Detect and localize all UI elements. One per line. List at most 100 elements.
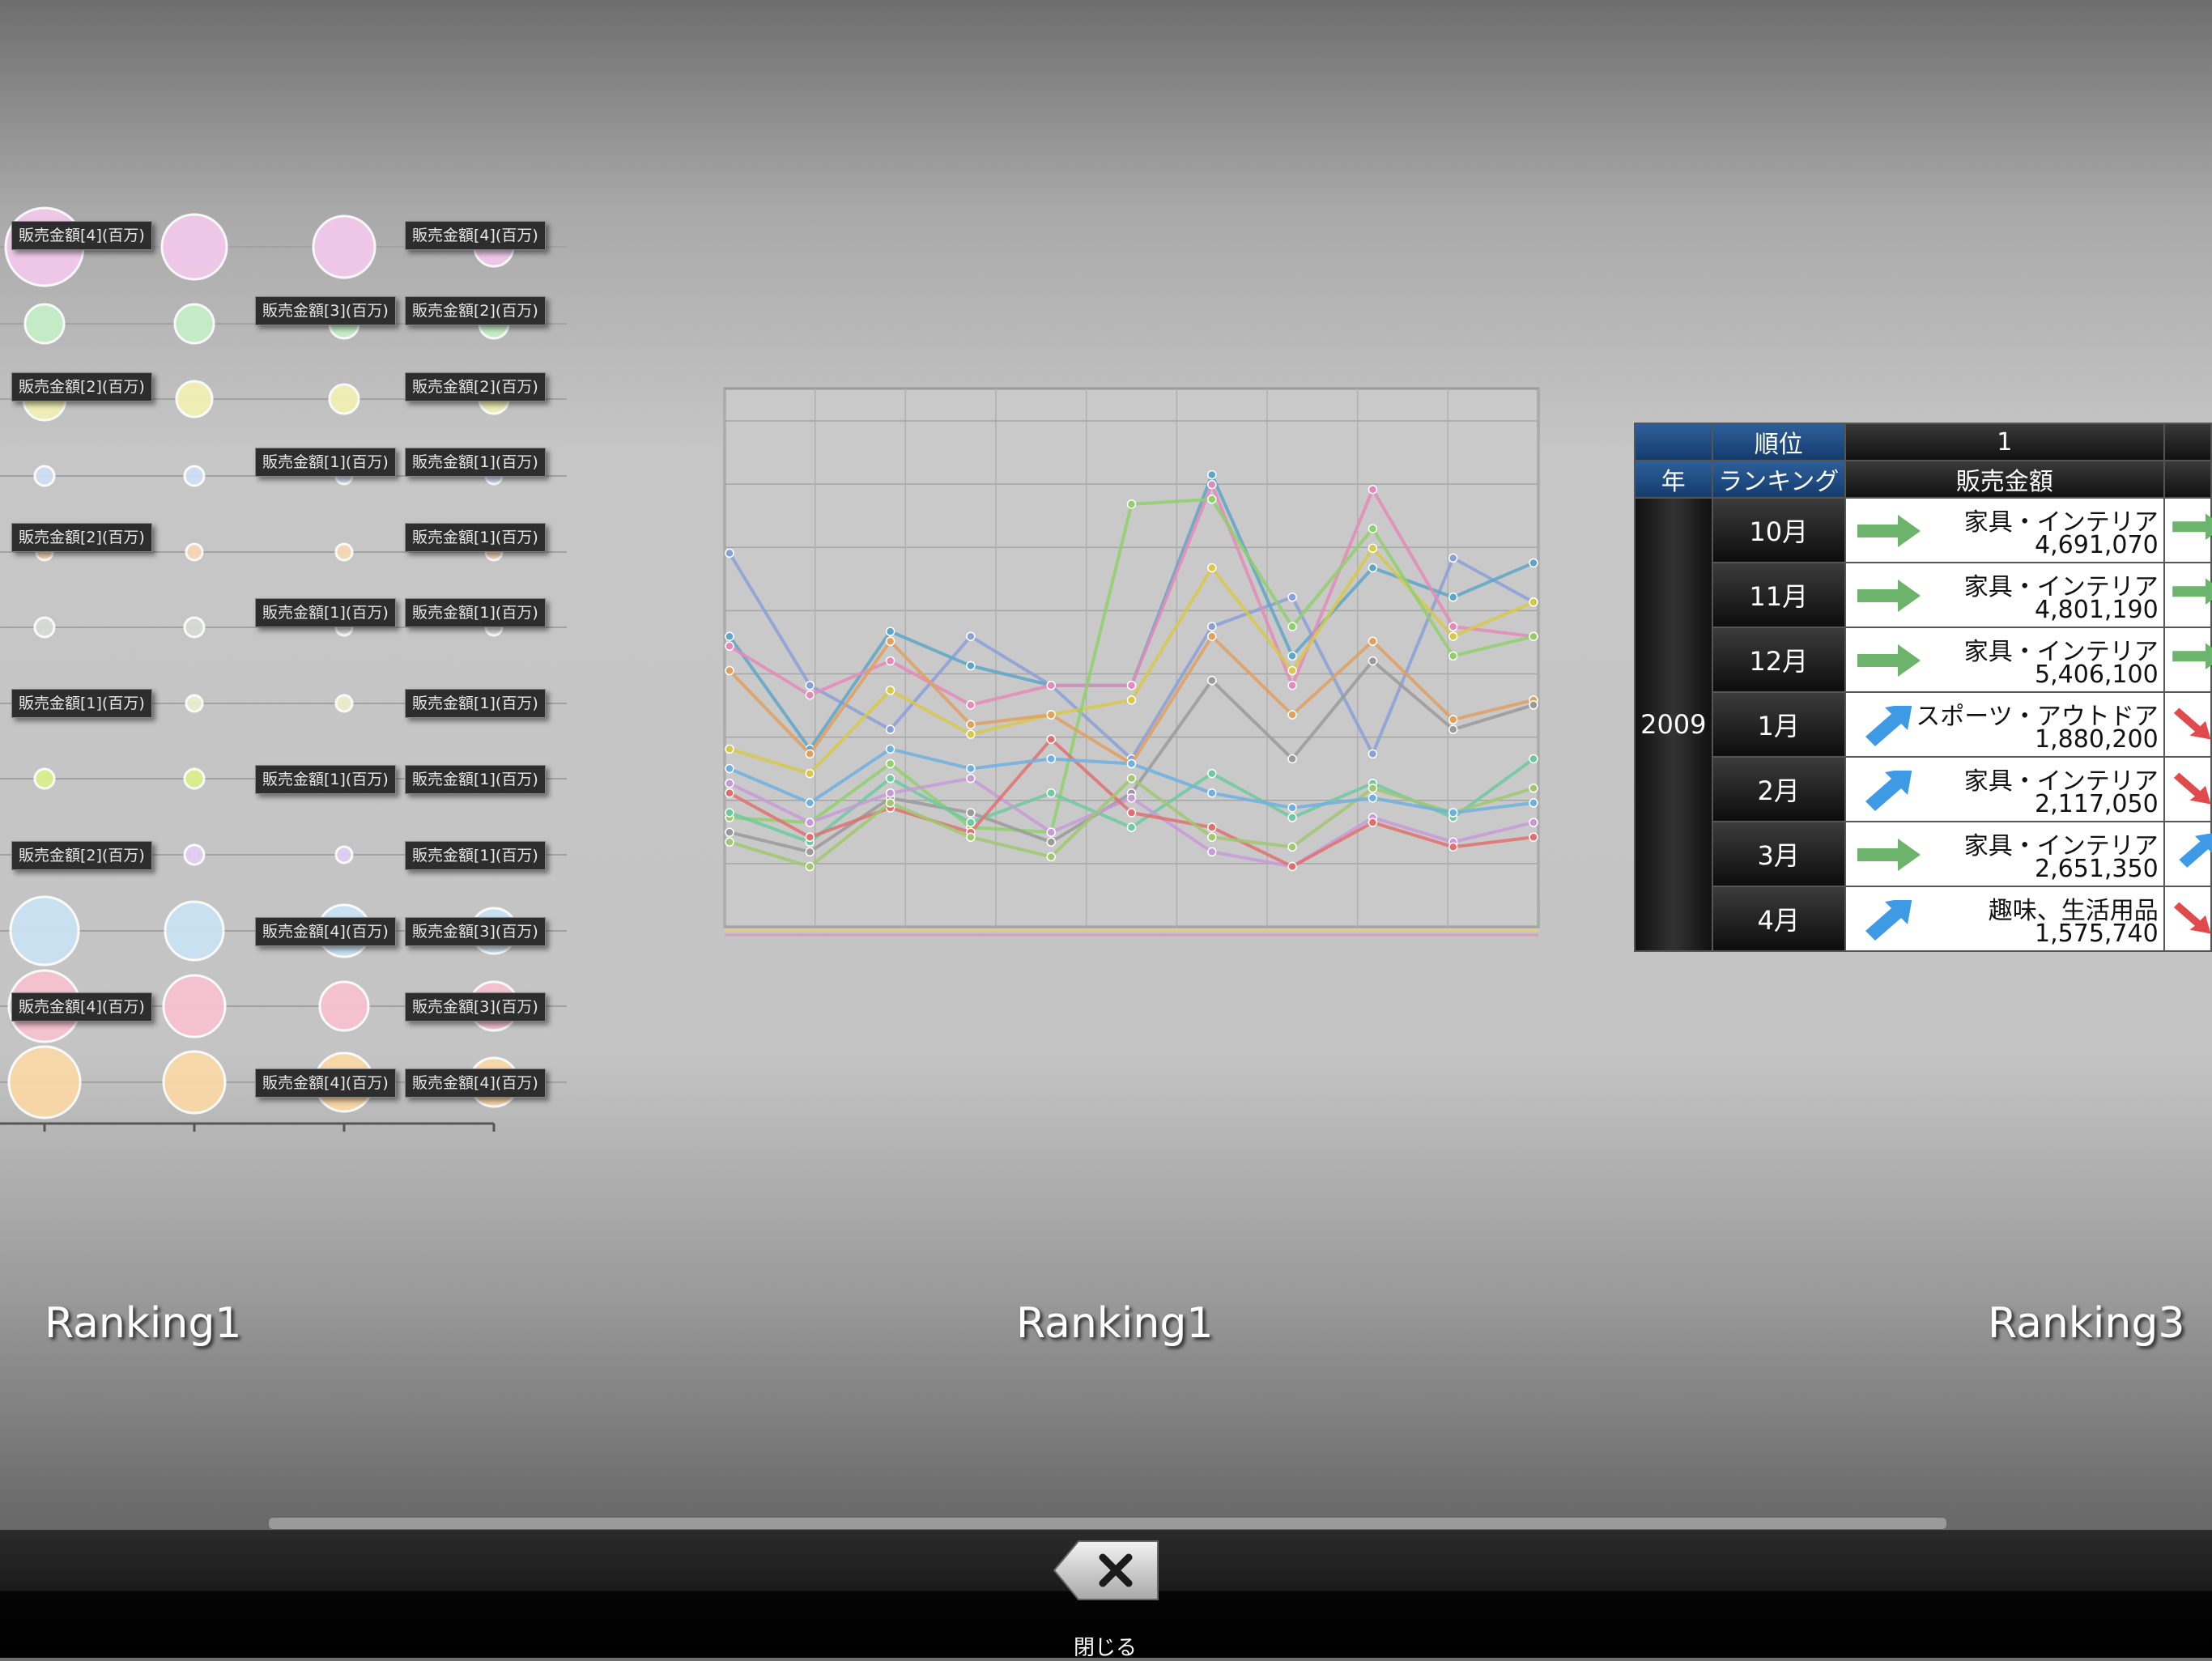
- header-year-label: 年: [1634, 460, 1713, 499]
- bubble: [33, 767, 56, 790]
- trend-up-arrow-icon: [1854, 703, 1924, 746]
- sales-amount: 1,880,200: [2035, 725, 2159, 754]
- bubble-value-label: 販売金額[4](百万): [11, 221, 152, 250]
- series-point: [966, 763, 976, 774]
- series-point: [885, 773, 895, 784]
- series-point: [1368, 793, 1378, 803]
- series-point: [805, 818, 815, 827]
- bubble: [33, 616, 56, 639]
- bubble-value-label: 販売金額[1](百万): [255, 598, 396, 627]
- ranking-value-cell-next[interactable]: [2163, 497, 2212, 563]
- bubble-value-label: 販売金額[4](百万): [255, 917, 396, 946]
- bubble: [183, 767, 206, 790]
- bubble: [334, 845, 354, 864]
- bubble-value-label: 販売金額[2](百万): [11, 523, 152, 552]
- bubble-value-label: 販売金額[4](百万): [11, 992, 152, 1022]
- series-point: [1287, 593, 1297, 602]
- series-point: [1126, 758, 1137, 769]
- header-metric-label: 販売金額: [1844, 460, 2165, 499]
- ranking-value-cell[interactable]: 家具・インテリア 4,691,070: [1844, 497, 2165, 563]
- header-blank: [1634, 423, 1713, 461]
- series-point: [1207, 832, 1217, 842]
- ranking-value-cell-next[interactable]: [2163, 821, 2212, 887]
- series-point: [1046, 852, 1056, 862]
- series-point: [1126, 822, 1137, 832]
- ranking-value-cell-next[interactable]: [2163, 691, 2212, 758]
- close-button[interactable]: [1053, 1538, 1162, 1603]
- series-point: [1287, 813, 1297, 822]
- series-point: [1126, 808, 1137, 818]
- series-point: [725, 837, 734, 847]
- series-point: [1287, 754, 1297, 764]
- ranking-value-cell[interactable]: 家具・インテリア 2,117,050: [1844, 756, 2165, 822]
- ranking-card-table[interactable]: 順位 1 年 ランキング 販売金額 2009 10月 家具・インテリア 4,691,0…: [1634, 423, 2212, 971]
- series-point: [1368, 818, 1378, 827]
- series-point: [1368, 656, 1378, 666]
- trend-down-arrow-icon: [2170, 898, 2212, 941]
- bubble-value-label: 販売金額[1](百万): [11, 689, 152, 718]
- series-point: [1287, 665, 1297, 676]
- series-point: [966, 720, 976, 729]
- series-point: [885, 758, 895, 769]
- series-point: [1448, 553, 1458, 563]
- bubble: [183, 616, 206, 639]
- series-point: [1368, 784, 1378, 793]
- series-point: [966, 729, 976, 739]
- bubble: [23, 303, 66, 345]
- series-point: [725, 778, 734, 788]
- series-point: [1207, 622, 1217, 631]
- series-point: [1287, 842, 1297, 852]
- series-point: [725, 548, 734, 559]
- series-point: [1529, 798, 1538, 808]
- header-metric-next: [2163, 460, 2212, 499]
- header-rank-value-next: [2163, 423, 2212, 461]
- series-point: [1368, 636, 1378, 646]
- series-point: [1126, 695, 1137, 705]
- month-cell: 11月: [1711, 562, 1846, 628]
- bubble: [334, 542, 354, 562]
- ranking-value-cell[interactable]: スポーツ・アウトドア 1,880,200: [1844, 691, 2165, 758]
- series-point: [1448, 651, 1458, 661]
- ranking-value-cell[interactable]: 家具・インテリア 5,406,100: [1844, 627, 2165, 693]
- bubble: [164, 900, 225, 962]
- header-rank-label: 順位: [1711, 423, 1846, 461]
- series-point: [1448, 622, 1458, 631]
- bubble: [175, 380, 214, 418]
- ranking-value-cell[interactable]: 家具・インテリア 2,651,350: [1844, 821, 2165, 887]
- sales-amount: 2,651,350: [2035, 855, 2159, 883]
- series-point: [966, 661, 976, 671]
- series-point: [805, 847, 815, 857]
- card-caption-2: Ranking1: [1016, 1299, 1214, 1348]
- series-point: [725, 744, 734, 754]
- series-point: [1207, 479, 1217, 490]
- series-point: [1126, 793, 1137, 803]
- ranking-table: 順位 1 年 ランキング 販売金額 2009 10月 家具・インテリア 4,691,0…: [1634, 423, 2212, 952]
- trend-flat-arrow-icon: [1854, 835, 1924, 874]
- ranking-value-cell-next[interactable]: [2163, 562, 2212, 628]
- trend-flat-arrow-icon: [2170, 510, 2212, 552]
- table-row: 2009 10月 家具・インテリア 4,691,070: [1634, 497, 2212, 952]
- ranking-value-cell-next[interactable]: [2163, 886, 2212, 952]
- series-point: [805, 798, 815, 808]
- ranking-value-cell-next[interactable]: [2163, 627, 2212, 693]
- bubble-value-label: 販売金額[4](百万): [405, 1068, 546, 1098]
- series-point: [1207, 788, 1217, 798]
- bubble: [183, 843, 206, 866]
- series-point: [1448, 808, 1458, 818]
- trend-flat-arrow-icon: [2170, 575, 2212, 617]
- series-point: [966, 700, 976, 710]
- ranking-card-line[interactable]: [656, 372, 1563, 1004]
- carousel-scrollbar[interactable]: [267, 1516, 1948, 1531]
- ranking-value-cell-next[interactable]: [2163, 756, 2212, 822]
- bubble-value-label: 販売金額[2](百万): [405, 372, 546, 401]
- ranking-card-bubble[interactable]: 販売金額[4](百万) 販売金額[4](百万) 販売金額[3](百万) 販売金額[2]…: [0, 202, 567, 1158]
- bubble-value-label: 販売金額[2](百万): [11, 372, 152, 401]
- series-point: [966, 818, 976, 827]
- bubble-value-label: 販売金額[4](百万): [405, 221, 546, 250]
- trend-flat-arrow-icon: [1854, 641, 1924, 680]
- month-cell: 2月: [1711, 756, 1846, 822]
- series-point: [805, 680, 815, 690]
- ranking-value-cell[interactable]: 家具・インテリア 4,801,190: [1844, 562, 2165, 628]
- header-rank-value: 1: [1844, 423, 2165, 461]
- ranking-value-cell[interactable]: 趣味、生活用品 1,575,740: [1844, 886, 2165, 952]
